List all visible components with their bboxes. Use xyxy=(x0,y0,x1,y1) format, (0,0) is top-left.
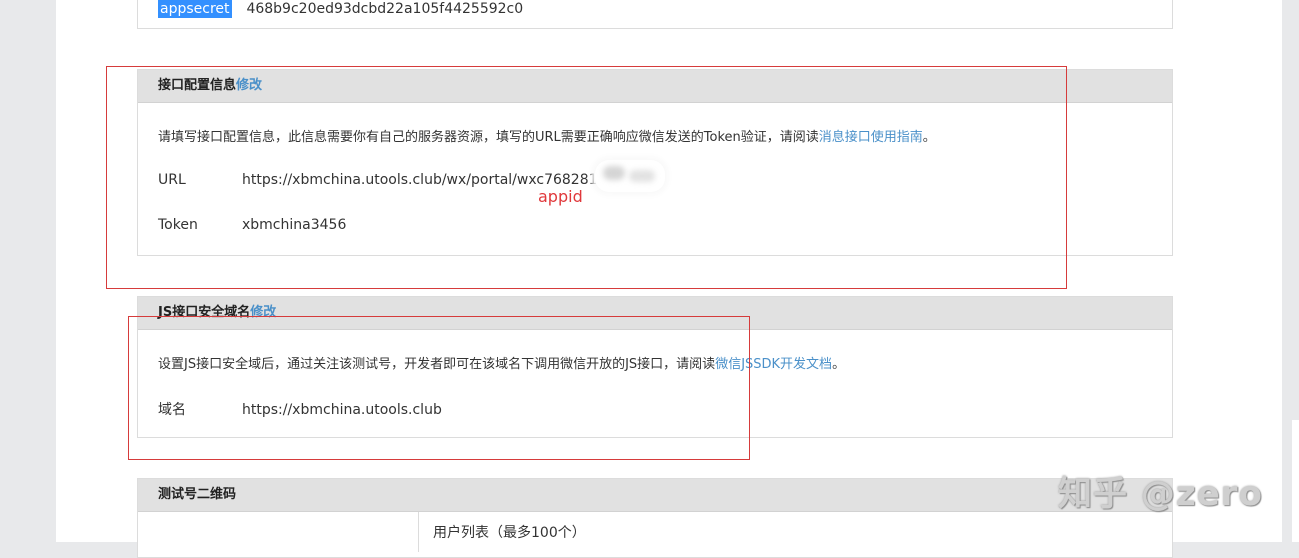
appsecret-key-text: appsecret xyxy=(158,0,232,18)
appsecret-value: 468b9c20ed93dcbd22a105f4425592c0 xyxy=(246,1,524,17)
qr-code-title: 测试号二维码 xyxy=(158,487,237,502)
qr-table-divider xyxy=(418,512,419,552)
zhihu-watermark: 知乎 @zero xyxy=(1058,474,1263,514)
annotation-box-js-domain xyxy=(128,316,750,460)
app-info-panel: appsecret 468b9c20ed93dcbd22a105f4425592… xyxy=(137,0,1173,29)
user-list-label: 用户列表（最多100个） xyxy=(433,525,586,541)
appsecret-key[interactable]: appsecret xyxy=(158,0,242,18)
right-strip-lower xyxy=(1292,420,1299,542)
qr-table: 用户列表（最多100个） xyxy=(138,512,1172,552)
appsecret-row: appsecret 468b9c20ed93dcbd22a105f4425592… xyxy=(158,0,524,18)
right-scroll-strip xyxy=(1282,0,1299,542)
js-domain-desc-suffix: 。 xyxy=(832,357,846,372)
annotation-box-interface-config xyxy=(106,66,1067,289)
qr-code-panel: 测试号二维码 用户列表（最多100个） xyxy=(137,478,1173,558)
qr-code-header: 测试号二维码 xyxy=(138,479,1172,512)
